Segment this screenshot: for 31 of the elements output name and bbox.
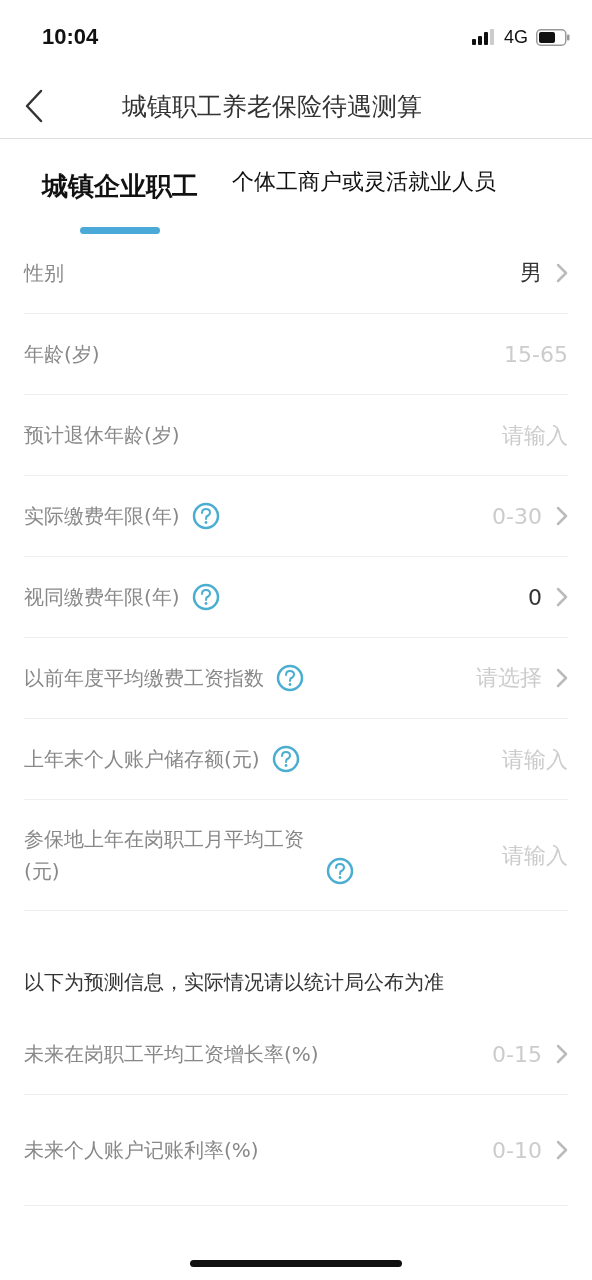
tab[interactable]: 个体工商户或灵活就业人员 bbox=[232, 167, 496, 223]
chevron-icon bbox=[556, 1044, 568, 1064]
field-label: 视同缴费年限(年) bbox=[24, 584, 180, 611]
page-title: 城镇职工养老保险待遇测算 bbox=[122, 90, 422, 123]
field-label: 实际缴费年限(年) bbox=[24, 503, 180, 530]
help-icon bbox=[276, 664, 304, 692]
select-field[interactable]: 0 bbox=[528, 584, 568, 610]
chevron-icon bbox=[556, 587, 568, 607]
help-icon bbox=[191, 583, 220, 611]
field-label: 上年末个人账户储存额(元) bbox=[24, 746, 260, 773]
field-label: 年龄(岁) bbox=[24, 341, 100, 368]
field-label: 预计退休年龄(岁) bbox=[24, 422, 180, 449]
chevron-icon bbox=[556, 668, 568, 688]
select-field[interactable]: 男 bbox=[520, 258, 568, 288]
field-label: 未来在岗职工平均工资增长率(%) bbox=[24, 1041, 319, 1068]
back-icon[interactable] bbox=[24, 89, 44, 123]
chevron-icon bbox=[556, 1140, 568, 1160]
clock-time: 10:04 bbox=[42, 24, 99, 50]
chevron-icon bbox=[556, 263, 568, 283]
field-label: 以前年度平均缴费工资指数 bbox=[24, 665, 264, 692]
help-icon bbox=[271, 745, 300, 773]
field-label: 未来个人账户记账利率(%) bbox=[24, 1137, 259, 1164]
signal-icon bbox=[472, 29, 496, 45]
help-icon bbox=[326, 857, 354, 885]
battery-icon bbox=[536, 28, 570, 46]
info-note: 以下为预测信息，实际情况请以统计局公布为准 bbox=[23, 969, 445, 996]
field-label: 性别 bbox=[24, 260, 64, 287]
chevron-icon bbox=[556, 506, 568, 526]
help-icon bbox=[191, 502, 220, 530]
field-label: 参保地上年在岗职工月平均工资(元) bbox=[24, 826, 305, 885]
network-label: 4G bbox=[504, 26, 528, 48]
